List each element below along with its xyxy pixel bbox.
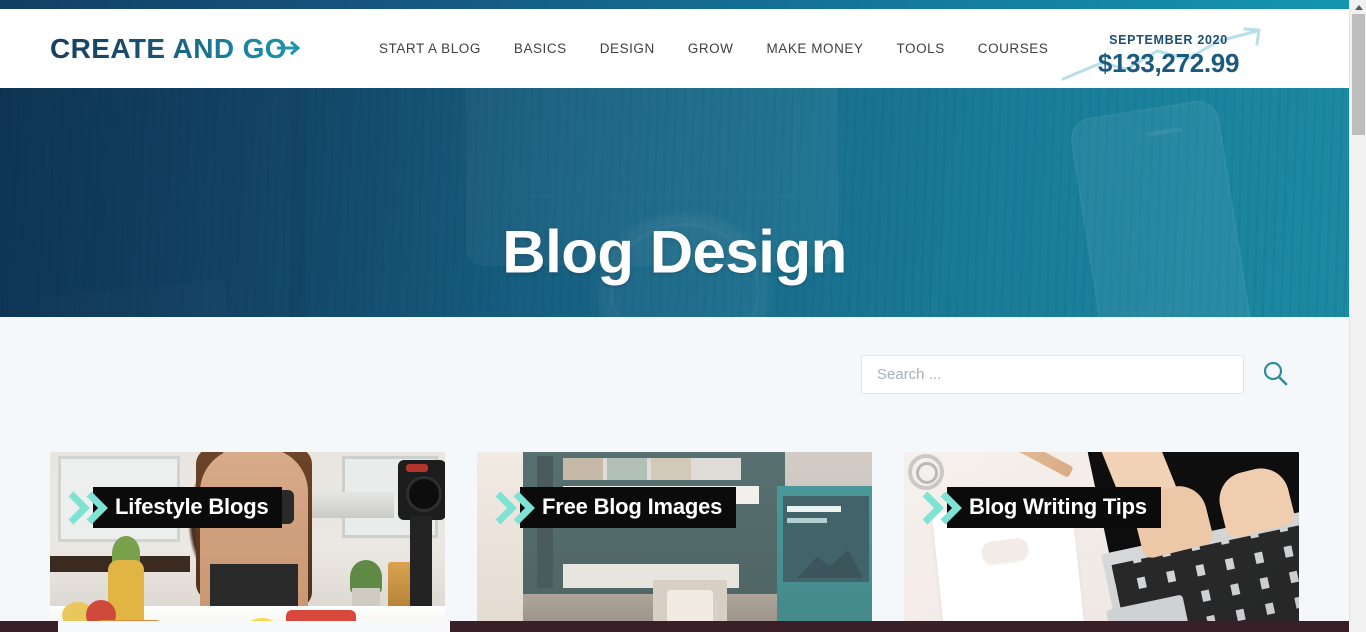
income-report-widget[interactable]: SEPTEMBER 2020 $133,272.99 [1061, 23, 1276, 85]
arrow-right-icon [275, 34, 301, 66]
double-chevron-right-icon [921, 488, 965, 528]
card-blog-writing-tips[interactable]: Blog Writing Tips [904, 452, 1299, 632]
horizontal-scrollbar[interactable] [0, 621, 1349, 632]
main-navigation: START A BLOG BASICS DESIGN GROW MAKE MON… [379, 41, 1048, 56]
card-blog-writing-tips-photo [904, 452, 1299, 632]
card-lifestyle-blogs[interactable]: Lifestyle Blogs [50, 452, 445, 632]
search-input[interactable] [861, 355, 1244, 394]
nav-grow[interactable]: GROW [688, 41, 734, 56]
nav-design[interactable]: DESIGN [600, 41, 655, 56]
nav-start-a-blog[interactable]: START A BLOG [379, 41, 481, 56]
top-accent-bar [0, 0, 1349, 9]
card-free-blog-images-photo [477, 452, 872, 632]
horizontal-scrollbar-thumb[interactable] [58, 621, 450, 632]
search-row [861, 355, 1290, 394]
card-free-blog-images[interactable]: Free Blog Images [477, 452, 872, 632]
site-logo-text: CREATE AND GO [50, 32, 287, 64]
card-title: Free Blog Images [520, 487, 737, 528]
page-title: Blog Design [502, 218, 847, 286]
card-label: Blog Writing Tips [921, 487, 1161, 528]
nav-courses[interactable]: COURSES [978, 41, 1049, 56]
site-header: CREATE AND GO START A BLOG BASICS DESIGN… [0, 9, 1349, 88]
nav-basics[interactable]: BASICS [514, 41, 567, 56]
income-month-label: SEPTEMBER 2020 [1109, 33, 1228, 47]
card-lifestyle-photo [50, 452, 445, 632]
browser-viewport: CREATE AND GO START A BLOG BASICS DESIGN… [0, 0, 1366, 632]
scrollbar-corner [1349, 621, 1366, 632]
search-icon [1262, 360, 1288, 389]
nav-make-money[interactable]: MAKE MONEY [766, 41, 863, 56]
card-label: Lifestyle Blogs [67, 487, 283, 528]
search-section [0, 317, 1349, 447]
card-title: Blog Writing Tips [947, 487, 1161, 528]
double-chevron-right-icon [494, 488, 538, 528]
nav-tools[interactable]: TOOLS [897, 41, 945, 56]
card-label: Free Blog Images [494, 487, 737, 528]
income-amount-value: $133,272.99 [1097, 48, 1240, 78]
category-card-grid: Lifestyle Blogs Free Blog Images Blog Wr… [50, 452, 1299, 632]
double-chevron-right-icon [67, 488, 111, 528]
scroll-up-arrow-icon[interactable] [1350, 0, 1366, 15]
hero-banner: Blog Design [0, 88, 1349, 317]
site-logo[interactable]: CREATE AND GO [50, 33, 301, 65]
vertical-scrollbar-thumb[interactable] [1352, 14, 1365, 135]
vertical-scrollbar[interactable] [1349, 0, 1366, 632]
card-title: Lifestyle Blogs [93, 487, 283, 528]
search-submit-button[interactable] [1260, 360, 1290, 390]
